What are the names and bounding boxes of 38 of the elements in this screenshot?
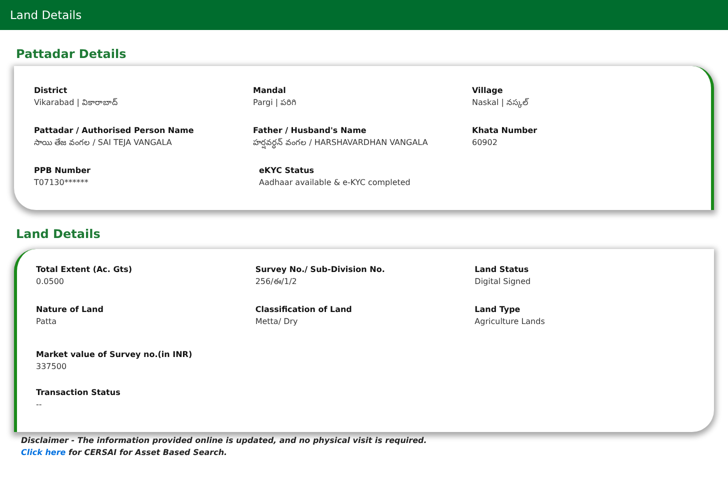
field-value: Naskal | నస్కల్ bbox=[472, 98, 530, 109]
field-value: Metta/ Dry bbox=[255, 317, 299, 326]
field-label: Survey No./ Sub-Division No. bbox=[255, 265, 386, 274]
field-label: Land Status bbox=[474, 265, 530, 274]
field-label: Village bbox=[472, 86, 504, 95]
field-value: సాయి తేజ వంగల / SAI TEJA VANGALA bbox=[34, 138, 173, 149]
field-label: Transaction Status bbox=[36, 388, 122, 397]
field-value: హర్షవర్ధన్ వంగల / HARSHAVARDHAN VANGALA bbox=[253, 138, 429, 149]
field-value: Agriculture Lands bbox=[474, 317, 546, 326]
field-value: Vikarabad | వికారాబాద్ bbox=[34, 98, 119, 109]
field-value: 256/ఈ/1/2 bbox=[255, 277, 298, 288]
link-description: for CERSAI for Asset Based Search. bbox=[68, 448, 228, 457]
field-label: Pattadar / Authorised Person Name bbox=[34, 126, 195, 135]
page-title: Land Details bbox=[10, 8, 82, 22]
field-value: -- bbox=[36, 400, 43, 409]
field-value: 60902 bbox=[472, 138, 498, 147]
field-label: Khata Number bbox=[472, 126, 538, 135]
field-value: T07130****** bbox=[34, 178, 90, 187]
field-value: Digital Signed bbox=[474, 277, 532, 286]
field-label: Land Type bbox=[474, 305, 522, 314]
field-label: Father / Husband's Name bbox=[253, 126, 368, 135]
field-value: 337500 bbox=[36, 362, 68, 371]
field-label: Classification of Land bbox=[255, 305, 353, 314]
section-title: Pattadar Details bbox=[16, 47, 128, 61]
field-value: 0.0500 bbox=[36, 277, 65, 286]
field-label: Nature of Land bbox=[36, 305, 104, 314]
field-label: District bbox=[34, 86, 68, 95]
field-label: eKYC Status bbox=[259, 166, 316, 175]
field-value: Patta bbox=[36, 317, 58, 326]
field-value: Pargi | పరిగి bbox=[253, 98, 298, 109]
field-label: Market value of Survey no.(in INR) bbox=[36, 350, 194, 359]
field-label: PPB Number bbox=[34, 166, 92, 175]
section-title: Land Details bbox=[16, 227, 102, 241]
field-label: Total Extent (Ac. Gts) bbox=[36, 265, 134, 274]
disclaimer-text: Disclaimer - The information provided online is updated, and no physical visit is required. bbox=[21, 436, 427, 445]
field-label: Mandal bbox=[253, 86, 287, 95]
field-value: Aadhaar available & e-KYC completed bbox=[259, 178, 412, 187]
click-here-link[interactable]: Click here bbox=[21, 448, 66, 457]
